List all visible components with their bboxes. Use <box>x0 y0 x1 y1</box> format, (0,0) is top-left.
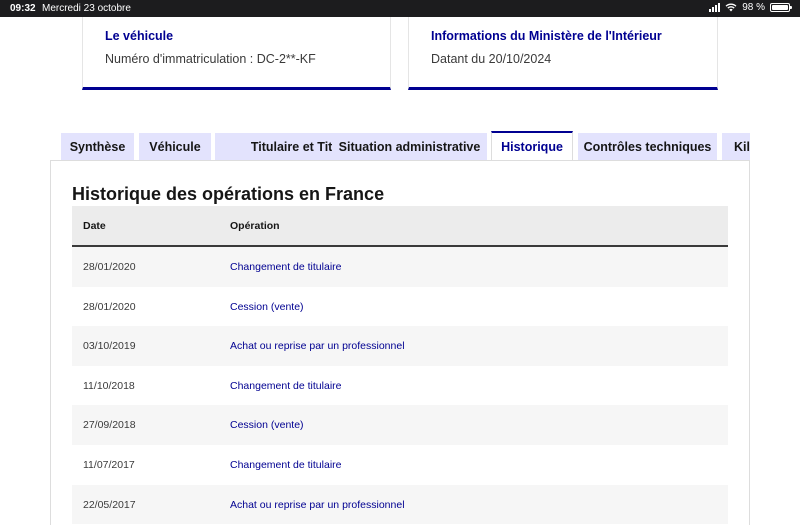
battery-icon <box>770 3 792 12</box>
tab-vehicule[interactable]: Véhicule <box>139 133 211 161</box>
wifi-icon <box>725 3 737 12</box>
column-header-date: Date <box>83 220 106 232</box>
row-operation-link[interactable]: Achat ou reprise par un professionnel <box>230 340 405 352</box>
status-time: 09:32 <box>10 3 36 14</box>
row-operation-link[interactable]: Cession (vente) <box>230 301 304 313</box>
table-row: 11/10/2018 Changement de titulaire <box>72 365 728 406</box>
vehicle-card-title: Le véhicule <box>105 29 174 43</box>
signal-icon <box>709 3 721 12</box>
tab-controles-techniques[interactable]: Contrôles techniques <box>578 133 717 161</box>
table-row: 28/01/2020 Cession (vente) <box>72 286 728 327</box>
tab-list: Synthèse Véhicule Titulaire et Titre Sit… <box>61 131 750 161</box>
column-header-operation: Opération <box>230 220 280 232</box>
row-operation-link[interactable]: Achat ou reprise par un professionnel <box>230 499 405 511</box>
row-operation-link[interactable]: Cession (vente) <box>230 419 304 431</box>
battery-percent: 98 % <box>742 2 765 13</box>
row-date: 27/09/2018 <box>83 419 136 432</box>
table-row: 11/07/2017 Changement de titulaire <box>72 444 728 485</box>
row-operation-link[interactable]: Changement de titulaire <box>230 261 342 273</box>
status-indicators: 98 % <box>709 2 792 13</box>
row-date: 11/10/2018 <box>83 379 135 392</box>
history-title: Historique des opérations en France <box>72 184 385 204</box>
status-date: Mercredi 23 octobre <box>42 3 131 14</box>
table-row: 22/05/2017 Achat ou reprise par un profe… <box>72 484 728 525</box>
table-header: Date Opération <box>72 206 728 247</box>
row-date: 28/01/2020 <box>83 261 136 273</box>
ministry-card-title: Informations du Ministère de l'Intérieur <box>431 29 662 43</box>
ministry-card: Informations du Ministère de l'Intérieur… <box>408 17 718 90</box>
table-row: 28/01/2020 Changement de titulaire <box>72 247 728 287</box>
registration-number: Numéro d'immatriculation : DC-2**-KF <box>105 52 316 66</box>
history-table: Date Opération 28/01/2020 Changement de … <box>72 206 728 525</box>
row-date: 28/01/2020 <box>83 300 136 313</box>
vehicle-card: Le véhicule Numéro d'immatriculation : D… <box>82 17 391 90</box>
table-row: 27/09/2018 Cession (vente) <box>72 405 728 445</box>
row-date: 22/05/2017 <box>83 498 136 511</box>
row-operation-link[interactable]: Changement de titulaire <box>230 459 342 471</box>
tab-kilometrage[interactable]: Kilométrage <box>722 133 750 161</box>
tab-historique[interactable]: Historique <box>491 131 573 161</box>
row-operation-link[interactable]: Changement de titulaire <box>230 380 342 392</box>
ministry-data-date: Datant du 20/10/2024 <box>431 52 552 66</box>
tab-synthese[interactable]: Synthèse <box>61 133 134 161</box>
row-date: 03/10/2019 <box>83 340 136 353</box>
tab-situation-administrative[interactable]: Situation administrative <box>332 133 487 161</box>
row-date: 11/07/2017 <box>83 458 135 471</box>
table-row: 03/10/2019 Achat ou reprise par un profe… <box>72 326 728 366</box>
status-bar: 09:32 Mercredi 23 octobre 98 % <box>0 0 800 17</box>
